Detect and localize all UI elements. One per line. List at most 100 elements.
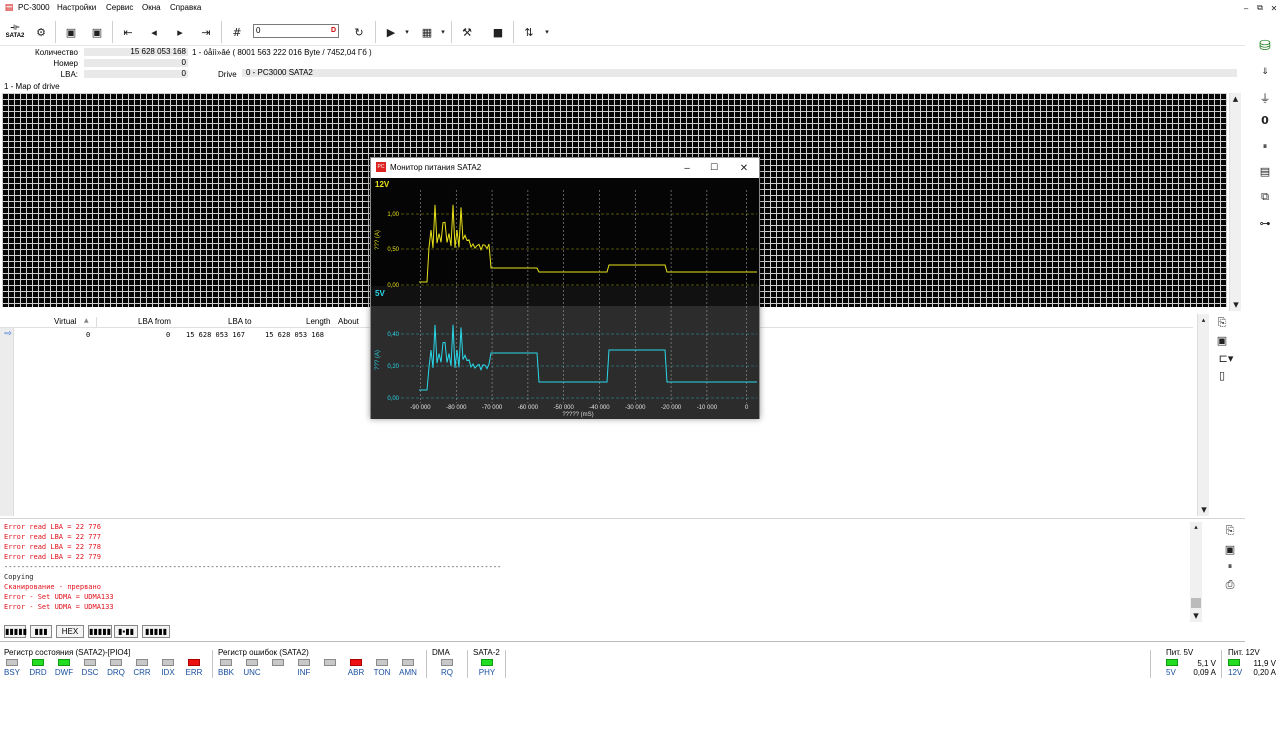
stop-button[interactable]: ■ [487, 22, 509, 42]
scroll-down-icon[interactable]: ▾ [1230, 298, 1242, 311]
reset-button[interactable]: ⇓ [1254, 62, 1276, 82]
map-label: 1 - Map of drive [4, 82, 60, 91]
tab-4[interactable]: ▮▮▮▮▮ [88, 625, 112, 638]
power-on-button[interactable]: ⏚ [1254, 88, 1276, 108]
close-icon[interactable]: ✕ [734, 161, 754, 175]
sort-dropdown[interactable]: ▾ [542, 26, 552, 38]
start-dropdown[interactable]: ▾ [402, 26, 412, 38]
tab-2[interactable]: ▮▮▮ [30, 625, 52, 638]
header-lba-from[interactable]: LBA from [138, 317, 171, 326]
restore-icon[interactable]: ⧉ [1254, 2, 1266, 14]
log-print-button[interactable]: ⎙ [1222, 578, 1238, 592]
scroll-down-icon[interactable]: ▾ [1198, 503, 1210, 516]
menu-service[interactable]: Сервис [106, 3, 133, 12]
header-about[interactable]: About [338, 317, 359, 326]
copy-button[interactable]: ⧉ [1254, 187, 1276, 207]
log-divider [0, 518, 1245, 519]
sata-port-button[interactable]: ⟛ SATA2 [3, 22, 27, 42]
led-label: RQ [441, 668, 453, 677]
power-monitor-window[interactable]: PC Монитор питания SATA2 ‒ ☐ ✕ 12V 5V ??… [370, 157, 760, 419]
tab-1[interactable]: ▮▮▮▮▮ [4, 625, 27, 638]
menu-windows[interactable]: Окна [142, 3, 161, 12]
lba-input[interactable]: 0 D [253, 24, 339, 38]
disk-settings-button[interactable]: ⚙ [30, 22, 52, 42]
menu-help[interactable]: Справка [170, 3, 201, 12]
go-first-button[interactable]: ⇤ [117, 22, 139, 42]
scroll-up-icon[interactable]: ▴ [1190, 522, 1202, 532]
table-load-button[interactable]: ⊏▾ [1214, 351, 1238, 365]
power-monitor-title: Монитор питания SATA2 [390, 163, 482, 172]
floppy-icon: ▣ [1216, 333, 1228, 347]
device-info-button[interactable]: ▤ [1254, 161, 1276, 181]
chart-12v-background [371, 178, 759, 286]
close-icon[interactable]: ✕ [1268, 2, 1280, 14]
header-lba-to[interactable]: LBA to [228, 317, 252, 326]
tools-icon: ⚒ [462, 25, 472, 39]
lba-input-mode[interactable]: D [331, 25, 336, 37]
row-virtual[interactable]: 0 [86, 331, 90, 339]
led-label: DWF [54, 668, 74, 677]
log-save-button[interactable]: ▣ [1222, 542, 1238, 556]
led-label: BSY [3, 668, 20, 677]
go-prev-button[interactable]: ◂ [143, 22, 165, 42]
row-length[interactable]: 15 628 053 168 [265, 331, 324, 339]
table-open-button[interactable]: ⎘ [1214, 316, 1230, 330]
tab-5[interactable]: ▮▪▮▮ [114, 625, 138, 638]
led-dsc [84, 659, 96, 666]
power-off-button[interactable]: 0 [1254, 110, 1276, 130]
header-length[interactable]: Length [306, 317, 330, 326]
row-lba-from[interactable]: 0 [166, 331, 170, 339]
power-12v-label: 12V [1228, 668, 1243, 677]
menu-settings[interactable]: Настройки [57, 3, 96, 12]
power-12v-current: 0,20 A [1253, 668, 1276, 677]
led-label: DSC [81, 668, 99, 677]
connect-button[interactable]: ⊶ [1254, 213, 1276, 233]
start-button[interactable]: ▶ [380, 22, 402, 42]
sort-button[interactable]: ⇅ [518, 22, 540, 42]
table-new-button[interactable]: ▯ [1214, 368, 1230, 382]
tab-hex[interactable]: HEX [56, 625, 84, 638]
row-lba-to[interactable]: 15 628 053 167 [186, 331, 245, 339]
log-pause-button[interactable]: ⏸ [1222, 560, 1238, 574]
open-button[interactable]: ▣ [60, 22, 82, 42]
power-monitor-chart[interactable]: 12V 5V ??? (A) ??? (A) 1,00 0,50 0,00 0,… [371, 178, 759, 419]
scroll-up-icon[interactable]: ▴ [1198, 314, 1209, 326]
power-monitor-titlebar[interactable]: PC Монитор питания SATA2 ‒ ☐ ✕ [371, 158, 759, 178]
led-label: PHY [478, 668, 496, 677]
go-next-button[interactable]: ▸ [169, 22, 191, 42]
sata2-title: SATA-2 [473, 648, 500, 657]
minimize-icon[interactable]: ‒ [1240, 2, 1252, 14]
tab-6[interactable]: ▮▮▮▮▮ [142, 625, 170, 638]
scroll-down-icon[interactable]: ▾ [1190, 609, 1202, 622]
log-open-button[interactable]: ⎘ [1222, 524, 1238, 538]
map-scrollbar[interactable]: ▲ ▾ [1229, 93, 1241, 311]
table-scrollbar[interactable]: ▴ ▾ [1197, 314, 1209, 516]
table-save-button[interactable]: ▣ [1214, 333, 1230, 347]
scroll-thumb[interactable] [1191, 598, 1201, 608]
maximize-icon[interactable]: ☐ [704, 161, 724, 175]
map-view-button[interactable]: ▦ [416, 22, 438, 42]
play-icon: ▶ [386, 25, 396, 39]
log-scrollbar[interactable]: ▴ ▾ [1190, 522, 1202, 622]
log-line: Сканирование - прервано [4, 583, 101, 591]
chart-divider-band [371, 286, 759, 306]
go-last-button[interactable]: ⇥ [195, 22, 217, 42]
tools-button[interactable]: ⚒ [456, 22, 478, 42]
led-dwf [58, 659, 70, 666]
refresh-button[interactable]: ↻ [348, 22, 370, 42]
x-tick-label: -80 000 [446, 405, 467, 411]
map-view-dropdown[interactable]: ▾ [438, 26, 448, 38]
save-button[interactable]: ▣ [86, 22, 108, 42]
led-bbk [220, 659, 232, 666]
minimize-icon[interactable]: ‒ [677, 161, 697, 175]
power-5v-led [1166, 659, 1178, 666]
header-virtual[interactable]: Virtual [54, 317, 77, 326]
printer-icon: ⎙ [1225, 578, 1235, 591]
goto-lba-button[interactable]: # [226, 22, 248, 42]
pause-button[interactable]: ⏸ [1254, 137, 1276, 157]
scroll-up-icon[interactable]: ▲ [1230, 93, 1241, 105]
connector-icon: ⟛ [10, 22, 20, 33]
drive-power-button[interactable]: ⛁ [1254, 36, 1276, 56]
led-label: ERR [185, 668, 203, 677]
app-icon: ▤ [4, 3, 14, 13]
